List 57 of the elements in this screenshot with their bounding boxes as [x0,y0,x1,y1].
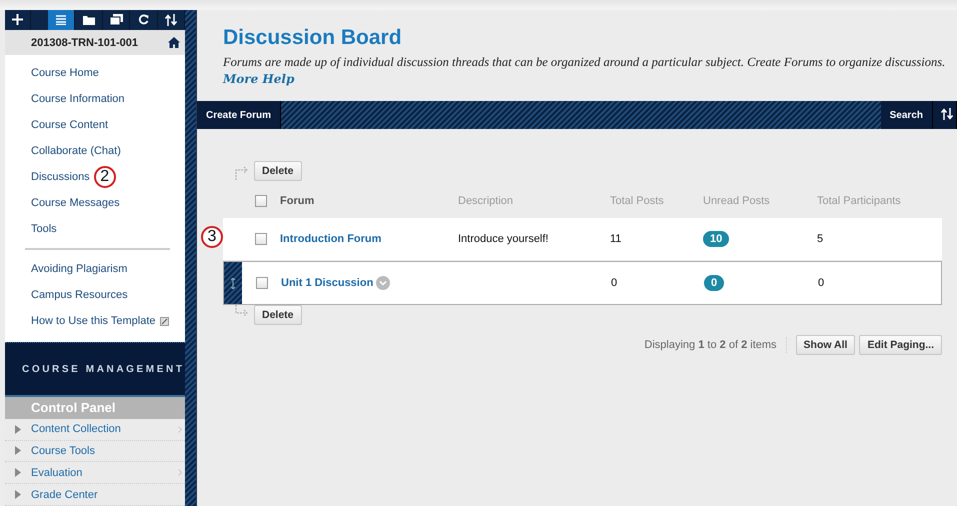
column-header[interactable]: Forum [280,195,314,207]
menu-link[interactable]: Tools [31,223,57,236]
search-button[interactable]: Search [880,101,933,129]
sort-icon [941,108,953,120]
more-help-link[interactable]: More Help [223,72,294,86]
posts-count: 0 [611,277,618,289]
refresh-icon [138,14,149,26]
menu-link[interactable]: Avoiding Plagiarism [31,263,128,276]
delete-button[interactable]: Delete [254,305,302,325]
control-panel-item[interactable]: Grade Center [5,484,185,506]
row-checkbox[interactable] [254,233,266,245]
sort-button[interactable] [933,101,957,129]
control-panel-item[interactable]: Content Collection [5,418,185,441]
forum-link[interactable]: Unit 1 Discussion [281,277,374,289]
sort-icon [164,14,177,26]
menu-link[interactable]: Collaborate (Chat) [31,145,121,158]
edit-paging-button[interactable]: Edit Paging... [859,335,942,355]
folder-icon [82,14,95,25]
show-all-button[interactable]: Show All [796,335,856,355]
unread-count-badge[interactable]: 0 [704,275,724,291]
control-panel-heading: Control Panel [5,395,185,419]
unread-count-badge[interactable]: 10 [703,231,730,247]
select-all-checkbox[interactable] [254,195,266,207]
participants-count: 0 [818,277,824,289]
paging-info: Displaying 1 to 2 of 2 items [644,339,777,351]
row-checkbox[interactable] [256,277,268,289]
window-icon [110,14,123,26]
menu-link[interactable]: Course Messages [31,197,120,210]
menu-link[interactable]: Course Home [31,67,99,80]
description-cell: Introduce yourself! [458,233,548,245]
forum-link[interactable]: Introduction Forum [280,233,382,245]
list-tool-button[interactable] [48,10,76,30]
course-header[interactable]: 201308-TRN-101-001 [5,30,185,56]
expand-triangle-icon [15,446,21,456]
menu-link[interactable]: Course Information [31,93,125,106]
control-panel-item[interactable]: Evaluation [5,462,185,484]
page-title: Discussion Board [223,26,403,50]
create-forum-button[interactable]: Create Forum [197,101,282,129]
control-panel-item[interactable]: Course Tools [5,440,185,462]
home-icon[interactable] [168,37,180,48]
posts-count: 11 [610,233,622,245]
expand-triangle-icon [15,490,21,500]
callout-number: 2 [94,166,116,188]
delete-button[interactable]: Delete [254,161,302,181]
plus-icon [12,14,23,26]
expand-triangle-icon [15,468,21,478]
menu-link[interactable]: Discussions [31,171,90,184]
menu-link[interactable]: Course Content [31,119,108,132]
participants-count: 5 [817,233,824,245]
menu-link[interactable]: Campus Resources [31,289,128,302]
expand-triangle-icon [15,424,21,434]
page-description: Forums are made up of individual discussion threads that can be organized around a particular subject. Create Forums to organize discussions. [223,55,946,70]
section-heading: COURSE MANAGEMENT [22,364,185,375]
list-icon [56,14,66,25]
menu-link[interactable]: How to Use this Template [31,315,156,328]
drag-handle[interactable] [224,262,242,304]
callout-number: 3 [201,226,223,248]
